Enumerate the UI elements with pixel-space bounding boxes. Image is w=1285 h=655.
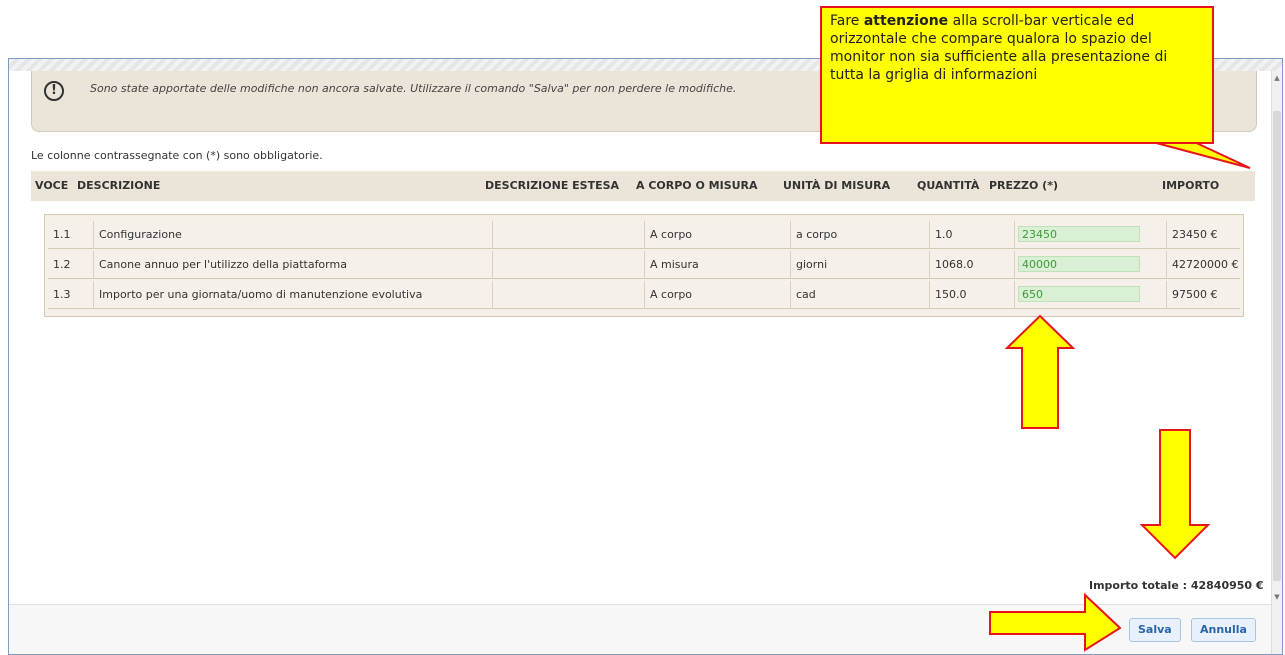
warning-message: Sono state apportate delle modifiche non…: [90, 82, 737, 95]
help-callout: Fare attenzione alla scroll-bar vertical…: [820, 6, 1214, 144]
cell-voce: 1.1: [48, 221, 94, 248]
cell-descrizione-estesa: [493, 251, 645, 278]
column-header-corpo-misura[interactable]: A CORPO O MISURA: [636, 171, 758, 201]
column-header-importo[interactable]: IMPORTO: [1162, 171, 1219, 201]
column-header-voce[interactable]: VOCE: [35, 171, 68, 201]
app-window: ! Sono state apportate delle modifiche n…: [8, 58, 1283, 655]
cell-descrizione-estesa: [493, 221, 645, 248]
cell-unita-misura: cad: [791, 281, 930, 308]
table-row: 1.1 Configurazione A corpo a corpo 1.0 2…: [48, 221, 1240, 249]
table-row: 1.2 Canone annuo per l'utilizzo della pi…: [48, 251, 1240, 279]
cell-unita-misura: a corpo: [791, 221, 930, 248]
exclamation-circle-icon: !: [44, 81, 64, 101]
table-header: VOCE DESCRIZIONE DESCRIZIONE ESTESA A CO…: [31, 171, 1255, 201]
price-input[interactable]: 650: [1018, 286, 1140, 302]
cell-unita-misura: giorni: [791, 251, 930, 278]
column-header-descrizione-estesa[interactable]: DESCRIZIONE ESTESA: [485, 171, 619, 201]
cancel-button[interactable]: Annulla: [1191, 618, 1256, 642]
price-input[interactable]: 23450: [1018, 226, 1140, 242]
cell-importo: 23450 €: [1167, 221, 1240, 248]
cell-descrizione: Configurazione: [94, 221, 493, 248]
callout-text-bold: attenzione: [863, 13, 949, 29]
column-header-descrizione[interactable]: DESCRIZIONE: [77, 171, 160, 201]
cell-importo: 42720000 €: [1167, 251, 1240, 278]
items-grid: 1.1 Configurazione A corpo a corpo 1.0 2…: [44, 214, 1244, 317]
cell-importo: 97500 €: [1167, 281, 1240, 308]
callout-text-before: Fare: [830, 13, 864, 29]
scroll-down-icon[interactable]: ▼: [1272, 592, 1282, 602]
total-amount: Importo totale : 42840950 €: [1089, 579, 1264, 592]
cell-descrizione: Canone annuo per l'utilizzo della piatta…: [94, 251, 493, 278]
scroll-up-icon[interactable]: ▲: [1272, 73, 1282, 83]
mandatory-columns-note: Le colonne contrassegnate con (*) sono o…: [31, 149, 323, 162]
cell-corpo-misura: A corpo: [645, 221, 791, 248]
cell-voce: 1.3: [48, 281, 94, 308]
action-footer: Salva Annulla: [9, 604, 1272, 654]
cell-prezzo: 23450: [1015, 221, 1167, 248]
cell-prezzo: 40000: [1015, 251, 1167, 278]
scrollbar-thumb[interactable]: [1273, 111, 1281, 581]
cell-corpo-misura: A misura: [645, 251, 791, 278]
cell-descrizione: Importo per una giornata/uomo di manuten…: [94, 281, 493, 308]
cell-descrizione-estesa: [493, 281, 645, 308]
vertical-scrollbar[interactable]: ▲ ▼: [1271, 71, 1282, 654]
cell-quantita: 1068.0: [930, 251, 1015, 278]
cell-voce: 1.2: [48, 251, 94, 278]
cell-quantita: 1.0: [930, 221, 1015, 248]
column-header-quantita[interactable]: QUANTITÀ: [917, 171, 979, 201]
cell-corpo-misura: A corpo: [645, 281, 791, 308]
cell-prezzo: 650: [1015, 281, 1167, 308]
cell-quantita: 150.0: [930, 281, 1015, 308]
price-input[interactable]: 40000: [1018, 256, 1140, 272]
save-button[interactable]: Salva: [1129, 618, 1181, 642]
column-header-prezzo[interactable]: PREZZO (*): [989, 171, 1058, 201]
column-header-unita-misura[interactable]: UNITÀ DI MISURA: [783, 171, 890, 201]
table-row: 1.3 Importo per una giornata/uomo di man…: [48, 281, 1240, 309]
